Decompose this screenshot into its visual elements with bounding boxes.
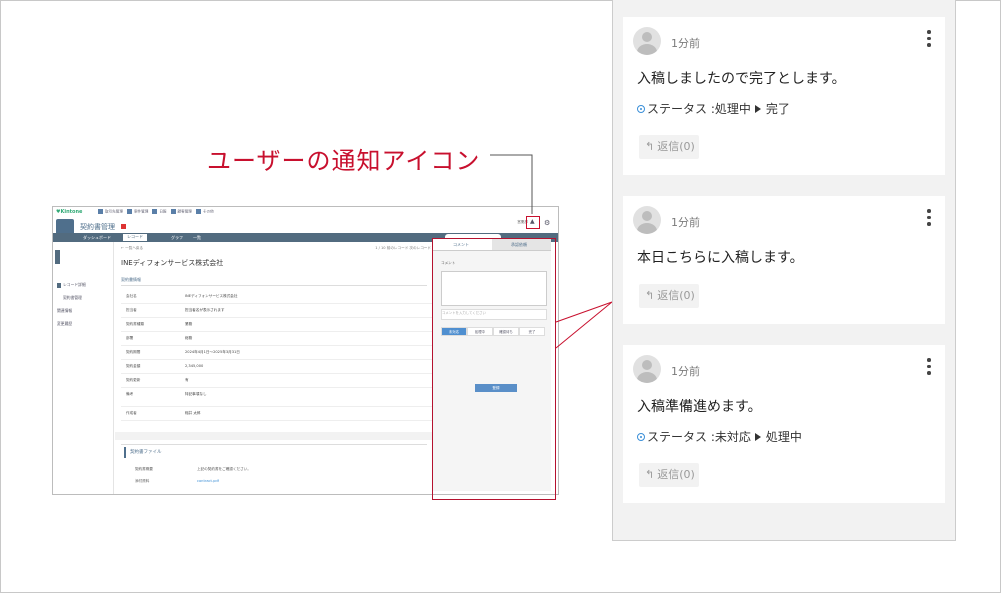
section-title: 契約書情報	[121, 277, 427, 286]
attachment-link[interactable]: contract.pdf	[197, 479, 219, 483]
record-main: ← 一覧へ戻る 1 / 10 前のレコード 次のレコード INEディフォンサービ…	[115, 242, 495, 494]
sidebar-item-history[interactable]: 変更履歴	[57, 321, 72, 327]
top-link[interactable]: 顧客管理	[171, 209, 192, 215]
comment-card: 1分前 入稿準備進めます。 ステータス :未対応 処理中 ↰ 返信(0)	[623, 345, 945, 503]
record-fields: 会社名 INEディフォンサービス株式会社 担当者 担当者名が表示されます 契約書種類…	[121, 290, 433, 421]
nav-dashboard[interactable]: ダッシュボード	[83, 235, 111, 241]
comment-card: 1分前 入稿しましたので完了とします。 ステータス :処理中 完了 ↰ 返信(0)	[623, 17, 945, 175]
top-link[interactable]: その他	[196, 209, 214, 215]
nav-graph[interactable]: グラフ	[171, 235, 183, 241]
comment-panel: 1分前 入稿しましたので完了とします。 ステータス :処理中 完了 ↰ 返信(0) …	[612, 0, 956, 541]
status-dot-icon	[637, 433, 645, 441]
field-row: 部署 総務	[121, 332, 433, 346]
arrow-right-icon	[754, 433, 761, 441]
field-row: 会社名 INEディフォンサービス株式会社	[121, 290, 433, 304]
reply-button[interactable]: ↰ 返信(0)	[639, 284, 699, 308]
comment-card: 1分前 本日こちらに入稿します。 ↰ 返信(0)	[623, 196, 945, 324]
sidebar-item-detail[interactable]: レコード詳細	[57, 282, 86, 288]
comment-message: 本日こちらに入稿します。	[637, 250, 804, 266]
reply-button[interactable]: ↰ 返信(0)	[639, 463, 699, 487]
callout-label: ユーザーの通知アイコン	[207, 147, 481, 175]
top-links: 取引先管理 案件管理 日報 顧客管理 その他	[98, 209, 214, 215]
field-row: 契約金額 2,345,000	[121, 360, 433, 374]
nav-list[interactable]: 一覧	[193, 235, 201, 241]
reply-button[interactable]: ↰ 返信(0)	[639, 135, 699, 159]
comment-highlight-box	[432, 238, 556, 500]
top-link[interactable]: 案件管理	[127, 209, 148, 215]
kebab-menu-icon[interactable]	[927, 358, 931, 378]
status-dot-icon	[637, 105, 645, 113]
kebab-menu-icon[interactable]	[927, 30, 931, 50]
nav-record[interactable]: レコード	[123, 234, 147, 241]
comment-message: 入稿準備進めます。	[637, 399, 762, 415]
sub-key: 契約書概要	[135, 467, 153, 471]
kebab-menu-icon[interactable]	[927, 209, 931, 229]
sidebar: レコード詳細 契約書管理 関連情報 変更履歴	[53, 242, 114, 494]
sidebar-item-contract[interactable]: 契約書管理	[63, 295, 82, 301]
field-row: 契約書種類 業務	[121, 318, 433, 332]
field-row: 作成者 稲井 太郎	[121, 407, 433, 421]
status-change: ステータス :処理中 完了	[637, 100, 790, 117]
avatar-icon	[633, 355, 661, 383]
avatar-icon	[633, 206, 661, 234]
sub-value: 上記の契約書をご確認ください。	[197, 467, 251, 471]
record-toolbar[interactable]: 1 / 10 前のレコード 次のレコード	[375, 246, 431, 251]
subtable: 契約書ファイル 契約書概要 上記の契約書をご確認ください。 添付資料 contr…	[121, 444, 427, 494]
comment-time: 1分前	[671, 365, 700, 378]
status-change: ステータス :未対応 処理中	[637, 428, 802, 445]
top-link[interactable]: 取引先管理	[98, 209, 123, 215]
field-row: 担当者 担当者名が表示されます	[121, 304, 433, 318]
sidebar-item-related[interactable]: 関連情報	[57, 308, 72, 314]
bell-icon[interactable]	[526, 216, 540, 229]
top-link[interactable]: 日報	[152, 209, 166, 215]
gear-icon[interactable]: ⚙	[544, 219, 550, 227]
reply-arrow-icon: ↰	[645, 468, 655, 481]
comment-time: 1分前	[671, 37, 700, 50]
field-row: 備考 特記事項なし	[121, 388, 433, 407]
subtable-header: 契約書ファイル	[124, 447, 426, 458]
reply-arrow-icon: ↰	[645, 289, 655, 302]
field-row: 契約期間 2024年4月1日〜2025年3月31日	[121, 346, 433, 360]
sub-key: 添付資料	[135, 479, 150, 483]
arrow-right-icon	[754, 105, 761, 113]
avatar-icon	[633, 27, 661, 55]
app-logo: ♥Kintone	[56, 209, 83, 215]
comment-time: 1分前	[671, 216, 700, 229]
reply-arrow-icon: ↰	[645, 140, 655, 153]
app-title: 契約書管理	[80, 222, 126, 232]
comment-message: 入稿しましたので完了とします。	[637, 71, 846, 87]
back-link[interactable]: ← 一覧へ戻る	[121, 246, 143, 251]
sidebar-toggle[interactable]	[55, 250, 60, 264]
field-row: 契約更新有	[121, 374, 433, 388]
company-name: INEディフォンサービス株式会社	[121, 259, 224, 267]
